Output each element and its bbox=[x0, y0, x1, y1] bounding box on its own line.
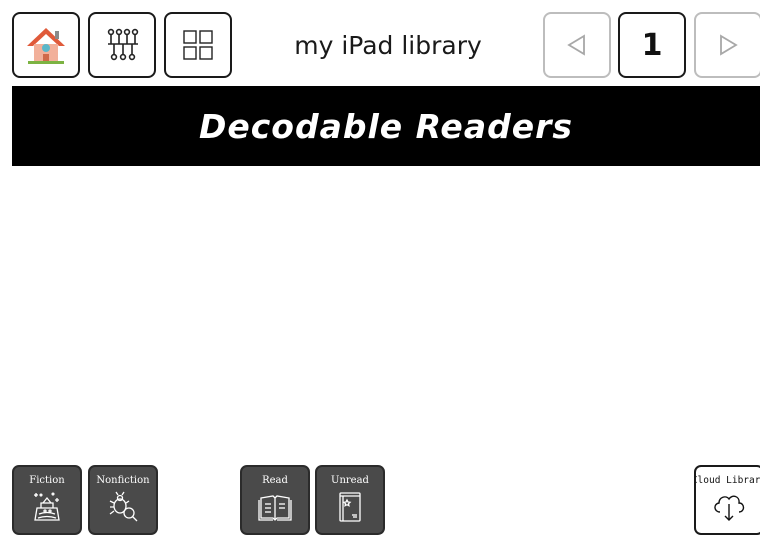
home-button[interactable] bbox=[12, 12, 80, 78]
cloud-download-icon bbox=[714, 495, 745, 521]
house-icon bbox=[27, 28, 65, 64]
triangle-left-icon bbox=[567, 34, 585, 56]
cloud-library-label: Cloud Library bbox=[694, 475, 760, 486]
page-number: 1 bbox=[641, 27, 663, 63]
cloud-library-button[interactable]: Cloud Library bbox=[694, 465, 760, 535]
top-toolbar: my iPad library 1 bbox=[0, 0, 760, 86]
hierarchy-icon bbox=[107, 28, 139, 61]
magic-castle-icon bbox=[34, 492, 60, 521]
category-banner: Decodable Readers bbox=[12, 86, 760, 166]
closed-book-icon bbox=[339, 492, 361, 522]
read-filter-button[interactable]: Read bbox=[240, 465, 310, 535]
fiction-filter-button[interactable]: Fiction bbox=[12, 465, 82, 535]
categories-button[interactable] bbox=[88, 12, 156, 78]
next-page-button[interactable] bbox=[694, 12, 760, 78]
category-title: Decodable Readers bbox=[198, 106, 574, 146]
unread-filter-button[interactable]: Unread bbox=[315, 465, 385, 535]
read-label: Read bbox=[262, 475, 288, 486]
app-title: my iPad library bbox=[294, 30, 482, 60]
open-book-icon bbox=[258, 495, 292, 521]
nonfiction-label: Nonfiction bbox=[96, 475, 150, 486]
page-number-box: 1 bbox=[618, 12, 686, 78]
previous-page-button[interactable] bbox=[543, 12, 611, 78]
nonfiction-filter-button[interactable]: Nonfiction bbox=[88, 465, 158, 535]
triangle-right-icon bbox=[720, 34, 738, 56]
grid-view-button[interactable] bbox=[164, 12, 232, 78]
grid-icon bbox=[183, 30, 213, 60]
book-shelf-area bbox=[12, 166, 760, 461]
bug-magnifier-icon bbox=[109, 491, 138, 522]
fiction-label: Fiction bbox=[29, 475, 65, 486]
unread-label: Unread bbox=[331, 475, 369, 486]
